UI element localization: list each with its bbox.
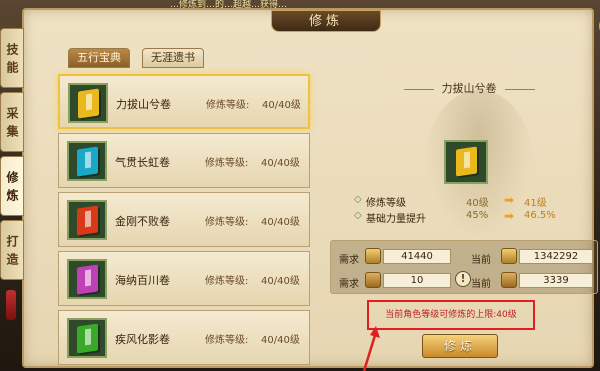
cost-current: 3339 <box>519 273 593 288</box>
stat-name: 修炼等级 <box>366 198 406 209</box>
book-level-value: 40/40级 <box>261 276 300 287</box>
book-icon-frame <box>67 318 107 358</box>
book-icon-frame <box>68 83 108 123</box>
book-name: 海纳百川卷 <box>115 274 170 287</box>
cost-box: 需求 41440 当前 1342292 需求 10 ! 当前 3339 <box>330 240 598 294</box>
cost-label: 需求 <box>339 255 359 266</box>
window-title: 修炼 <box>271 10 381 32</box>
book-item-0[interactable]: 力拔山兮卷 修炼等级: 40/40级 <box>58 74 310 129</box>
cost-required: 41440 <box>383 249 451 264</box>
cost-label: 需求 <box>339 279 359 290</box>
book-icon <box>78 88 99 119</box>
stat-current: 45% <box>466 210 489 221</box>
book-list: 力拔山兮卷 修炼等级: 40/40级 气贯长虹卷 修炼等级: 40/40级 金刚… <box>58 74 310 369</box>
diamond-icon: ◇ <box>354 210 362 221</box>
warning-icon[interactable]: ! <box>455 271 471 287</box>
book-level-value: 40/40级 <box>261 158 300 169</box>
book-level-label: 修炼等级: <box>206 100 250 111</box>
stat-name: 基础力量提升 <box>366 214 426 225</box>
stat-row-strength: ◇ 基础力量提升 45% ➡ 46.5% <box>354 209 600 225</box>
book-icon-frame <box>67 141 107 181</box>
stat-next: 46.5% <box>524 210 556 221</box>
book-icon <box>77 323 98 354</box>
cost-current-label: 当前 <box>471 255 491 266</box>
diamond-icon: ◇ <box>354 194 362 205</box>
book-level-label: 修炼等级: <box>205 217 249 228</box>
side-tab-gather[interactable]: 采集 <box>0 92 24 152</box>
cost-current: 1342292 <box>519 249 593 264</box>
book-icon-frame <box>67 200 107 240</box>
arrow-right-icon: ➡ <box>504 193 515 207</box>
book-icon <box>77 205 98 236</box>
train-button[interactable]: 修炼 <box>422 334 498 358</box>
annotation-arrow-icon <box>362 326 380 371</box>
selected-book-icon-frame <box>444 140 488 184</box>
selected-book-icon <box>456 146 477 177</box>
book-item-4[interactable]: 疾风化影卷 修炼等级: 40/40级 <box>58 310 310 365</box>
cost-row-item: 需求 10 ! 当前 3339 <box>331 271 599 291</box>
stat-current: 40级 <box>466 198 489 209</box>
book-item-2[interactable]: 金刚不败卷 修炼等级: 40/40级 <box>58 192 310 247</box>
tassel-decoration <box>6 290 16 320</box>
tab-five-elements[interactable]: 五行宝典 <box>68 48 130 68</box>
cost-row-silver: 需求 41440 当前 1342292 <box>331 247 599 267</box>
side-tab-craft[interactable]: 打造 <box>0 220 24 280</box>
book-level-value: 40/40级 <box>261 217 300 228</box>
book-name: 力拔山兮卷 <box>116 98 171 111</box>
training-item-icon <box>365 272 381 288</box>
training-window: 修炼 × 五行宝典 无涯遗书 力拔山兮卷 修炼等级: 40/40级 气贯长虹卷 … <box>22 8 600 369</box>
book-level-label: 修炼等级: <box>205 158 249 169</box>
side-tab-bar: 技能 采集 修炼 打造 <box>0 28 26 284</box>
tab-endless-relics[interactable]: 无涯遗书 <box>142 48 204 68</box>
side-tab-skills[interactable]: 技能 <box>0 28 24 88</box>
stat-row-level: ◇ 修炼等级 40级 ➡ 41级 <box>354 193 600 209</box>
cost-required: 10 <box>383 273 451 288</box>
book-name: 气贯长虹卷 <box>115 156 170 169</box>
book-icon-frame <box>67 259 107 299</box>
silver-coin-icon <box>365 248 381 264</box>
book-level-value: 40/40级 <box>262 100 301 111</box>
cost-current-label: 当前 <box>471 279 491 290</box>
stat-next: 41级 <box>524 198 547 209</box>
book-detail-panel: 力拔山兮卷 ◇ 修炼等级 40级 ➡ 41级 ◇ 基础力量提升 45% ➡ 46… <box>324 70 600 370</box>
book-name: 疾风化影卷 <box>115 333 170 346</box>
book-icon <box>77 264 98 295</box>
training-item-icon <box>501 272 517 288</box>
arrow-right-icon: ➡ <box>504 209 515 223</box>
book-name: 金刚不败卷 <box>115 215 170 228</box>
side-tab-train[interactable]: 修炼 <box>0 156 24 216</box>
book-item-1[interactable]: 气贯长虹卷 修炼等级: 40/40级 <box>58 133 310 188</box>
detail-title-text: 力拔山兮卷 <box>441 82 497 95</box>
book-level-label: 修炼等级: <box>205 335 249 346</box>
book-level-label: 修炼等级: <box>205 276 249 287</box>
notice-text: 当前角色等级可修炼的上限:40级 <box>385 310 517 320</box>
book-level-value: 40/40级 <box>261 335 300 346</box>
book-item-3[interactable]: 海纳百川卷 修炼等级: 40/40级 <box>58 251 310 306</box>
silver-coin-icon <box>501 248 517 264</box>
detail-title: 力拔山兮卷 <box>384 80 554 96</box>
level-cap-notice: 当前角色等级可修炼的上限:40级 <box>367 300 535 330</box>
book-icon <box>77 146 98 177</box>
